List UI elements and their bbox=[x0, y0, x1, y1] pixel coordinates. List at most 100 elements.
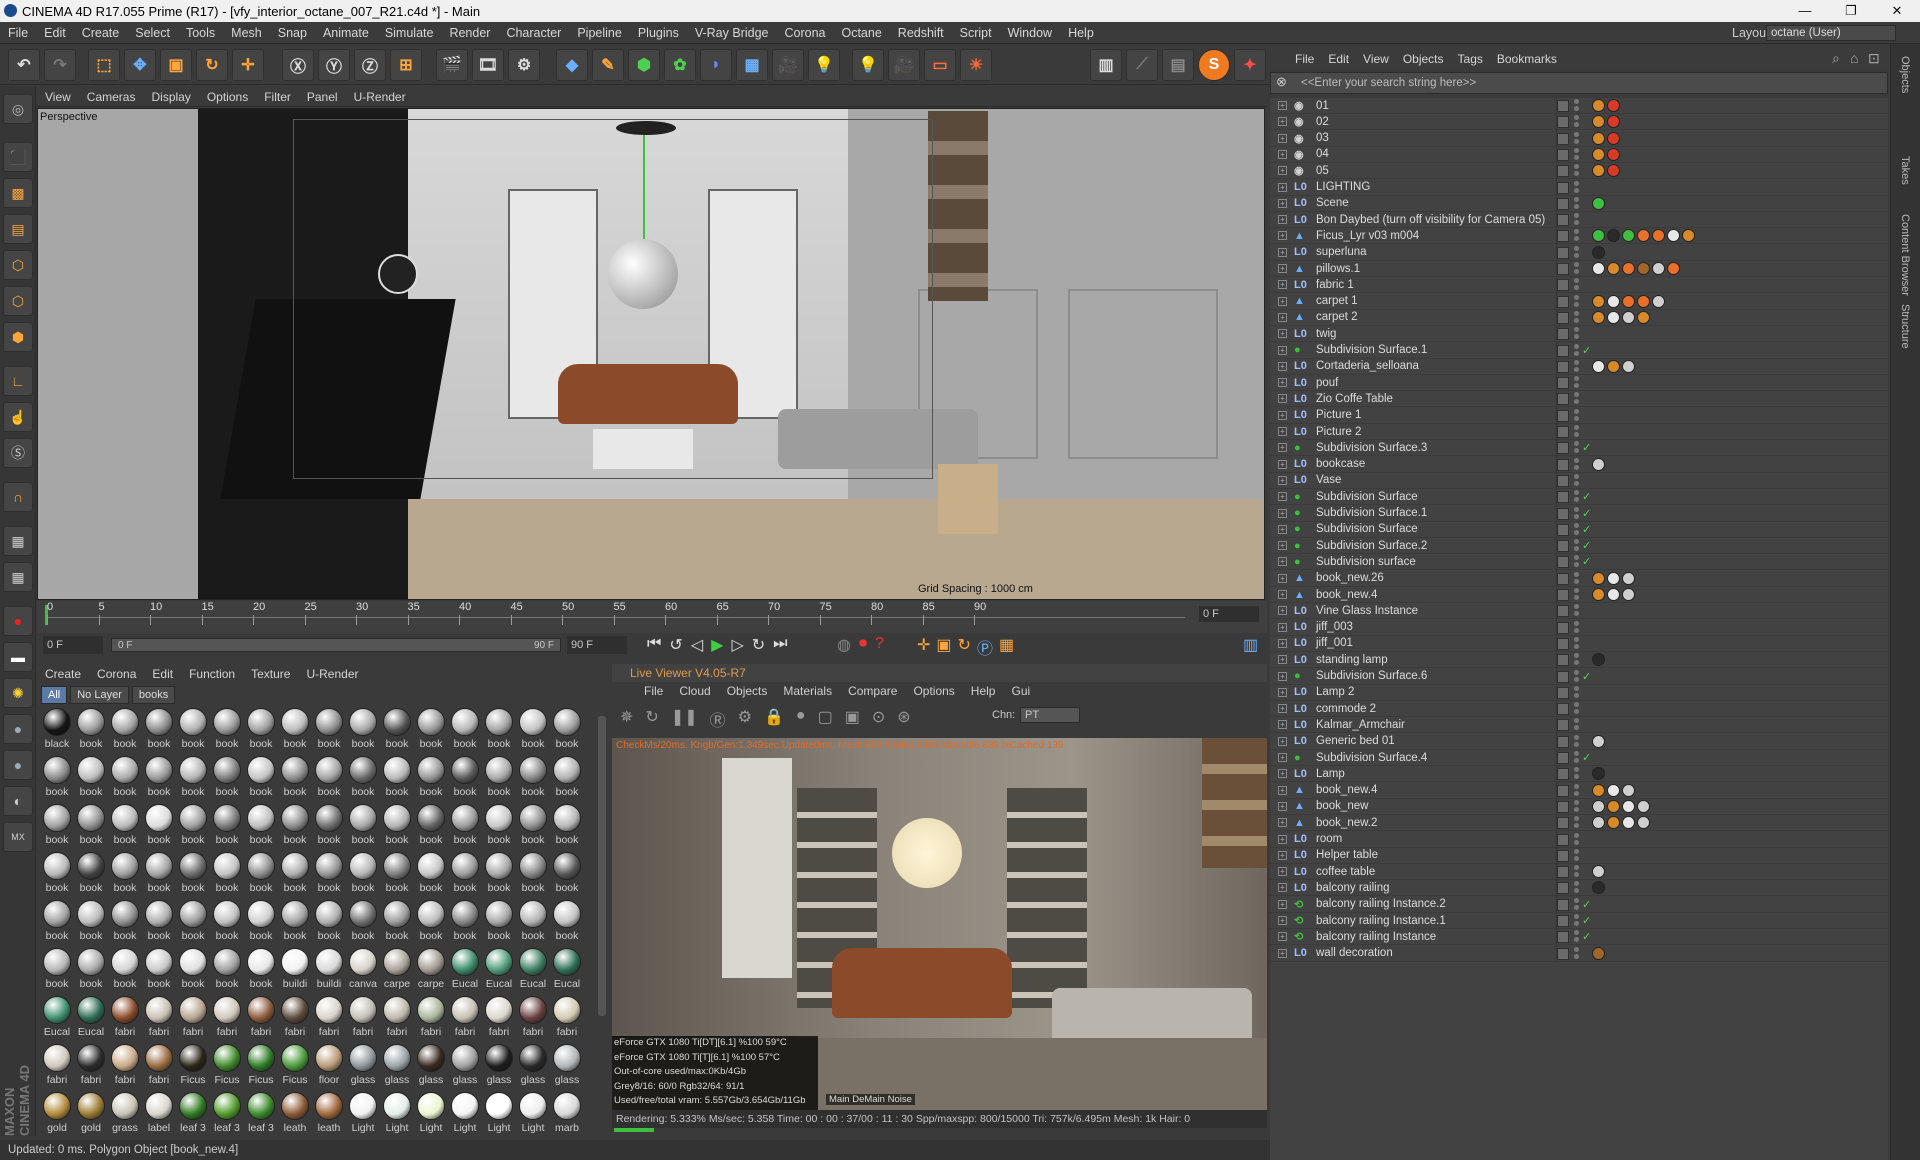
side-tab-content-browser[interactable]: Content Browser bbox=[1899, 214, 1911, 296]
material-tag-icon[interactable] bbox=[1592, 816, 1605, 830]
object-row[interactable]: + L0 Kalmar_Armchair bbox=[1270, 716, 1888, 734]
material-menu-create[interactable]: Create bbox=[37, 667, 89, 681]
object-name[interactable]: Lamp 2 bbox=[1316, 686, 1354, 698]
enabled-check-icon[interactable]: ✓ bbox=[1582, 930, 1591, 943]
menu-help[interactable]: Help bbox=[1060, 26, 1102, 40]
material-item[interactable]: Eucal bbox=[550, 946, 584, 994]
editor-visibility-icon[interactable] bbox=[1557, 214, 1569, 227]
x-axis-icon[interactable]: Ⓧ bbox=[282, 49, 314, 81]
object-name[interactable]: Subdivision Surface.1 bbox=[1316, 344, 1427, 356]
expand-toggle-icon[interactable]: + bbox=[1278, 443, 1287, 453]
material-item[interactable]: Ficus bbox=[244, 1042, 278, 1090]
object-name[interactable]: pouf bbox=[1316, 377, 1338, 389]
material-item[interactable]: book bbox=[380, 706, 414, 754]
material-item[interactable]: book bbox=[414, 706, 448, 754]
material-item[interactable]: book bbox=[210, 946, 244, 994]
material-tag-icon[interactable] bbox=[1592, 653, 1605, 667]
editor-visibility-icon[interactable] bbox=[1557, 181, 1569, 194]
material-tag-icon[interactable] bbox=[1607, 294, 1620, 308]
material-item[interactable]: book bbox=[74, 946, 108, 994]
material-item[interactable]: book bbox=[142, 802, 176, 850]
material-item[interactable]: book bbox=[550, 898, 584, 946]
material-item[interactable]: book bbox=[40, 850, 74, 898]
object-row[interactable]: + L0 coffee table bbox=[1270, 863, 1888, 881]
material-item[interactable]: book bbox=[210, 802, 244, 850]
expand-toggle-icon[interactable]: + bbox=[1278, 329, 1287, 339]
material-item[interactable]: book bbox=[176, 754, 210, 802]
object-row[interactable]: + L0 superluna bbox=[1270, 244, 1888, 261]
side-tab-takes[interactable]: Takes bbox=[1899, 156, 1911, 185]
expand-toggle-icon[interactable]: + bbox=[1278, 475, 1287, 485]
object-menu-objects[interactable]: Objects bbox=[1396, 52, 1451, 66]
object-name[interactable]: twig bbox=[1316, 328, 1336, 340]
material-item[interactable]: carpe bbox=[414, 946, 448, 994]
clay-mode-icon[interactable]: ▢ bbox=[818, 707, 833, 731]
expand-toggle-icon[interactable]: + bbox=[1278, 638, 1287, 648]
side-tab-structure[interactable]: Structure bbox=[1899, 304, 1911, 349]
material-tag-icon[interactable] bbox=[1592, 946, 1605, 960]
material-tag-icon[interactable] bbox=[1592, 310, 1605, 324]
make-editable-icon[interactable]: ◎ bbox=[3, 94, 33, 124]
material-item[interactable]: leaf 3 bbox=[244, 1090, 278, 1138]
object-name[interactable]: Helper table bbox=[1316, 849, 1378, 861]
object-name[interactable]: Zio Coffe Table bbox=[1316, 393, 1393, 405]
object-name[interactable]: book_new.4 bbox=[1316, 784, 1377, 796]
key-pla-icon[interactable]: ▦ bbox=[999, 635, 1014, 659]
editor-visibility-icon[interactable] bbox=[1557, 246, 1569, 259]
go-to-start-icon[interactable]: ⏮ bbox=[647, 635, 661, 655]
editor-visibility-icon[interactable] bbox=[1557, 132, 1569, 145]
editor-visibility-icon[interactable] bbox=[1557, 931, 1569, 944]
editor-visibility-icon[interactable] bbox=[1557, 409, 1569, 422]
coordinate-system-icon[interactable]: ⊞ bbox=[390, 49, 422, 81]
object-name[interactable]: Subdivision Surface.3 bbox=[1316, 442, 1427, 454]
expand-toggle-icon[interactable]: + bbox=[1278, 948, 1287, 958]
scale-icon[interactable]: ▣ bbox=[160, 49, 192, 81]
object-row[interactable]: + ▲ book_new.4 bbox=[1270, 586, 1888, 603]
material-item[interactable]: book bbox=[414, 754, 448, 802]
material-item[interactable]: leath bbox=[312, 1090, 346, 1138]
points-mode-icon[interactable]: ⬡ bbox=[3, 250, 33, 280]
object-name[interactable]: 05 bbox=[1316, 165, 1329, 177]
material-item[interactable]: book bbox=[516, 706, 550, 754]
object-row[interactable]: + ◉ 03 bbox=[1270, 130, 1888, 147]
enabled-check-icon[interactable]: ✓ bbox=[1582, 344, 1591, 357]
object-name[interactable]: pillows.1 bbox=[1316, 263, 1360, 275]
material-tag-icon[interactable] bbox=[1637, 816, 1650, 830]
next-frame-icon[interactable]: ▷ bbox=[731, 635, 743, 655]
material-item[interactable]: glass bbox=[550, 1042, 584, 1090]
material-tag-icon[interactable] bbox=[1592, 783, 1605, 797]
material-tag-icon[interactable] bbox=[1607, 783, 1620, 797]
visibility-dots[interactable] bbox=[1574, 767, 1580, 781]
material-item[interactable]: leaf 3 bbox=[210, 1090, 244, 1138]
material-item[interactable]: book bbox=[346, 850, 380, 898]
material-item[interactable]: book bbox=[74, 898, 108, 946]
material-item[interactable]: fabri bbox=[244, 994, 278, 1042]
object-row[interactable]: + ◉ 02 bbox=[1270, 113, 1888, 131]
material-item[interactable]: book bbox=[74, 802, 108, 850]
light-icon[interactable]: 💡 bbox=[808, 49, 840, 81]
editor-visibility-icon[interactable] bbox=[1557, 165, 1569, 178]
expand-toggle-icon[interactable]: + bbox=[1278, 280, 1287, 290]
material-item[interactable]: book bbox=[278, 898, 312, 946]
editor-visibility-icon[interactable] bbox=[1557, 947, 1569, 960]
material-item[interactable]: Eucal bbox=[40, 994, 74, 1042]
object-row[interactable]: + ▲ book_new.2 bbox=[1270, 814, 1888, 832]
material-item[interactable]: gold bbox=[40, 1090, 74, 1138]
object-menu-tags[interactable]: Tags bbox=[1451, 52, 1490, 66]
material-tag-icon[interactable] bbox=[1592, 571, 1605, 585]
previous-frame-icon[interactable]: ◁ bbox=[691, 635, 703, 655]
menu-corona[interactable]: Corona bbox=[776, 26, 833, 40]
material-item[interactable]: grass bbox=[108, 1090, 142, 1138]
material-item[interactable]: book bbox=[108, 706, 142, 754]
material-tag-icon[interactable] bbox=[1637, 229, 1650, 243]
material-item[interactable]: leaf 3 bbox=[176, 1090, 210, 1138]
expand-toggle-icon[interactable]: + bbox=[1278, 753, 1287, 762]
material-item[interactable]: book bbox=[142, 850, 176, 898]
expand-toggle-icon[interactable]: + bbox=[1278, 296, 1287, 306]
material-tag-icon[interactable] bbox=[1652, 294, 1665, 308]
material-item[interactable]: book bbox=[482, 802, 516, 850]
material-tag-icon[interactable] bbox=[1682, 229, 1695, 243]
visibility-dots[interactable] bbox=[1574, 718, 1580, 732]
viewport-menu-panel[interactable]: Panel bbox=[299, 90, 346, 104]
material-menu-function[interactable]: Function bbox=[181, 667, 243, 681]
